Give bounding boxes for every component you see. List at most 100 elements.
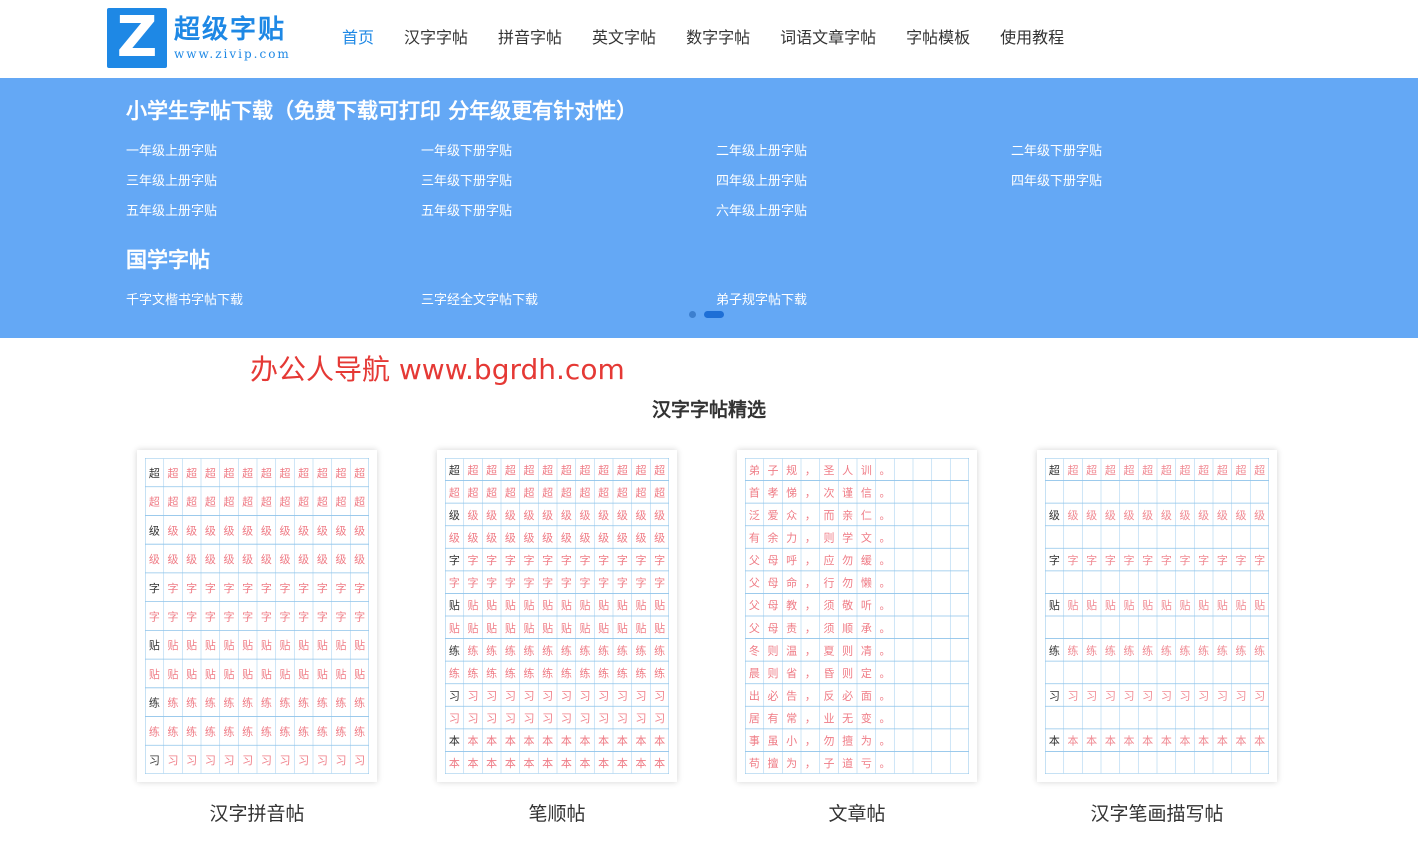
svg-text:次: 次 xyxy=(824,485,835,499)
link-grade1-up[interactable]: 一年级上册字贴 xyxy=(126,142,421,161)
nav-templates[interactable]: 字帖模板 xyxy=(906,27,970,49)
svg-text:级: 级 xyxy=(1068,509,1079,522)
svg-text:贴: 贴 xyxy=(280,667,291,681)
svg-text:级: 级 xyxy=(317,524,328,537)
svg-text:顺: 顺 xyxy=(842,622,853,635)
link-grade3-up[interactable]: 三年级上册字贴 xyxy=(126,172,421,191)
link-dizigui[interactable]: 弟子规字帖下载 xyxy=(716,291,1011,310)
svg-text:练: 练 xyxy=(1086,643,1097,657)
svg-text:级: 级 xyxy=(1105,509,1116,522)
svg-text:超: 超 xyxy=(542,485,553,499)
svg-text:超: 超 xyxy=(524,485,535,499)
svg-text:练: 练 xyxy=(636,666,647,680)
link-grade1-down[interactable]: 一年级下册字贴 xyxy=(421,142,716,161)
svg-text:本: 本 xyxy=(505,734,516,748)
site-logo[interactable]: Z 超级字贴 www.zivip.com xyxy=(107,8,291,68)
link-grade5-down[interactable]: 五年级下册字贴 xyxy=(421,202,716,221)
svg-text:贴: 贴 xyxy=(1161,598,1172,612)
nav-number[interactable]: 数字字帖 xyxy=(686,27,750,49)
nav-hanzi[interactable]: 汉字字帖 xyxy=(404,27,468,49)
svg-text:习: 习 xyxy=(580,690,591,703)
svg-text:习: 习 xyxy=(1180,690,1191,703)
card-stroke-trace[interactable]: 超超超超超超超超超超超超级级级级级级级级级级级级字字字字字字字字字字字字贴贴贴贴… xyxy=(1037,450,1277,826)
svg-text:命: 命 xyxy=(786,576,797,590)
svg-text:字: 字 xyxy=(1142,553,1153,567)
carousel-dot[interactable] xyxy=(689,311,696,318)
svg-text:级: 级 xyxy=(654,532,665,545)
svg-text:贴: 贴 xyxy=(242,638,253,652)
svg-text:字: 字 xyxy=(1180,553,1191,567)
svg-text:习: 习 xyxy=(654,690,665,703)
svg-text:本: 本 xyxy=(636,756,647,770)
nav-english[interactable]: 英文字帖 xyxy=(592,27,656,49)
svg-text:本: 本 xyxy=(580,734,591,748)
primary-links: 一年级上册字贴 一年级下册字贴 二年级上册字贴 二年级下册字贴 三年级上册字贴 … xyxy=(126,142,1306,221)
svg-text:练: 练 xyxy=(1180,643,1191,657)
svg-text:级: 级 xyxy=(468,509,479,522)
svg-text:贴: 贴 xyxy=(486,621,497,635)
svg-text:超: 超 xyxy=(336,466,347,480)
svg-text:习: 习 xyxy=(617,712,628,725)
svg-text:超: 超 xyxy=(1161,463,1172,477)
svg-text:习: 习 xyxy=(505,712,516,725)
svg-text:本: 本 xyxy=(617,756,628,770)
nav-pinyin[interactable]: 拼音字帖 xyxy=(498,27,562,49)
svg-text:练: 练 xyxy=(168,696,179,710)
svg-text:级: 级 xyxy=(636,509,647,522)
link-grade4-down[interactable]: 四年级下册字贴 xyxy=(1011,172,1306,191)
svg-text:超: 超 xyxy=(354,466,365,480)
link-grade3-down[interactable]: 三年级下册字贴 xyxy=(421,172,716,191)
svg-text:级: 级 xyxy=(617,532,628,545)
card-article[interactable]: 弟子规，圣人训。首孝悌，次谨信。泛爱众，而亲仁。有余力，则学文。父母呼，应勿缓。… xyxy=(737,450,977,826)
svg-text:练: 练 xyxy=(617,643,628,657)
svg-text:贴: 贴 xyxy=(542,621,553,635)
svg-text:字: 字 xyxy=(149,610,160,624)
svg-text:须: 须 xyxy=(824,622,835,635)
svg-text:。: 。 xyxy=(880,712,891,725)
svg-text:字: 字 xyxy=(336,610,347,624)
svg-text:字: 字 xyxy=(449,553,460,567)
svg-text:超: 超 xyxy=(580,485,591,499)
svg-text:级: 级 xyxy=(205,524,216,537)
svg-text:级: 级 xyxy=(261,553,272,566)
svg-text:，: ， xyxy=(805,509,816,522)
svg-text:贴: 贴 xyxy=(561,621,572,635)
carousel-dot-active[interactable] xyxy=(704,311,724,318)
link-grade2-down[interactable]: 二年级下册字贴 xyxy=(1011,142,1306,161)
svg-text:，: ， xyxy=(805,599,816,612)
svg-text:贴: 贴 xyxy=(449,598,460,612)
link-grade6-up[interactable]: 六年级上册字贴 xyxy=(716,202,1011,221)
svg-text:亲: 亲 xyxy=(842,508,853,522)
link-sanzijing[interactable]: 三字经全文字帖下载 xyxy=(421,291,716,310)
svg-text:子: 子 xyxy=(824,757,835,770)
svg-text:习: 习 xyxy=(1161,690,1172,703)
nav-words[interactable]: 词语文章字帖 xyxy=(780,27,876,49)
svg-text:，: ， xyxy=(805,757,816,770)
svg-text:练: 练 xyxy=(186,724,197,738)
svg-text:习: 习 xyxy=(298,754,309,767)
card-pinyin[interactable]: 超超超超超超超超超超超超超超超超超超超超超超超超级级级级级级级级级级级级级级级级… xyxy=(137,450,377,826)
nav-tutorial[interactable]: 使用教程 xyxy=(1000,27,1064,49)
svg-text:人: 人 xyxy=(842,464,853,477)
svg-text:本: 本 xyxy=(1180,734,1191,748)
svg-text:贴: 贴 xyxy=(598,621,609,635)
svg-text:训: 训 xyxy=(861,464,872,477)
svg-text:习: 习 xyxy=(1254,690,1265,703)
svg-text:反: 反 xyxy=(824,690,835,703)
svg-text:习: 习 xyxy=(224,754,235,767)
svg-text:本: 本 xyxy=(486,734,497,748)
svg-text:本: 本 xyxy=(468,756,479,770)
svg-text:练: 练 xyxy=(468,643,479,657)
card-stroke-order[interactable]: 超超超超超超超超超超超超超超超超超超超超超超超超级级级级级级级级级级级级级级级级… xyxy=(437,450,677,826)
link-qianziwen[interactable]: 千字文楷书字帖下载 xyxy=(126,291,421,310)
svg-text:超: 超 xyxy=(280,466,291,480)
link-grade2-up[interactable]: 二年级上册字贴 xyxy=(716,142,1011,161)
svg-text:擅: 擅 xyxy=(842,734,853,748)
svg-text:贴: 贴 xyxy=(261,638,272,652)
svg-text:习: 习 xyxy=(1198,690,1209,703)
link-grade4-up[interactable]: 四年级上册字贴 xyxy=(716,172,1011,191)
nav-home[interactable]: 首页 xyxy=(342,27,374,49)
svg-text:习: 习 xyxy=(524,690,535,703)
link-grade5-up[interactable]: 五年级上册字贴 xyxy=(126,202,421,221)
svg-text:贴: 贴 xyxy=(1086,598,1097,612)
